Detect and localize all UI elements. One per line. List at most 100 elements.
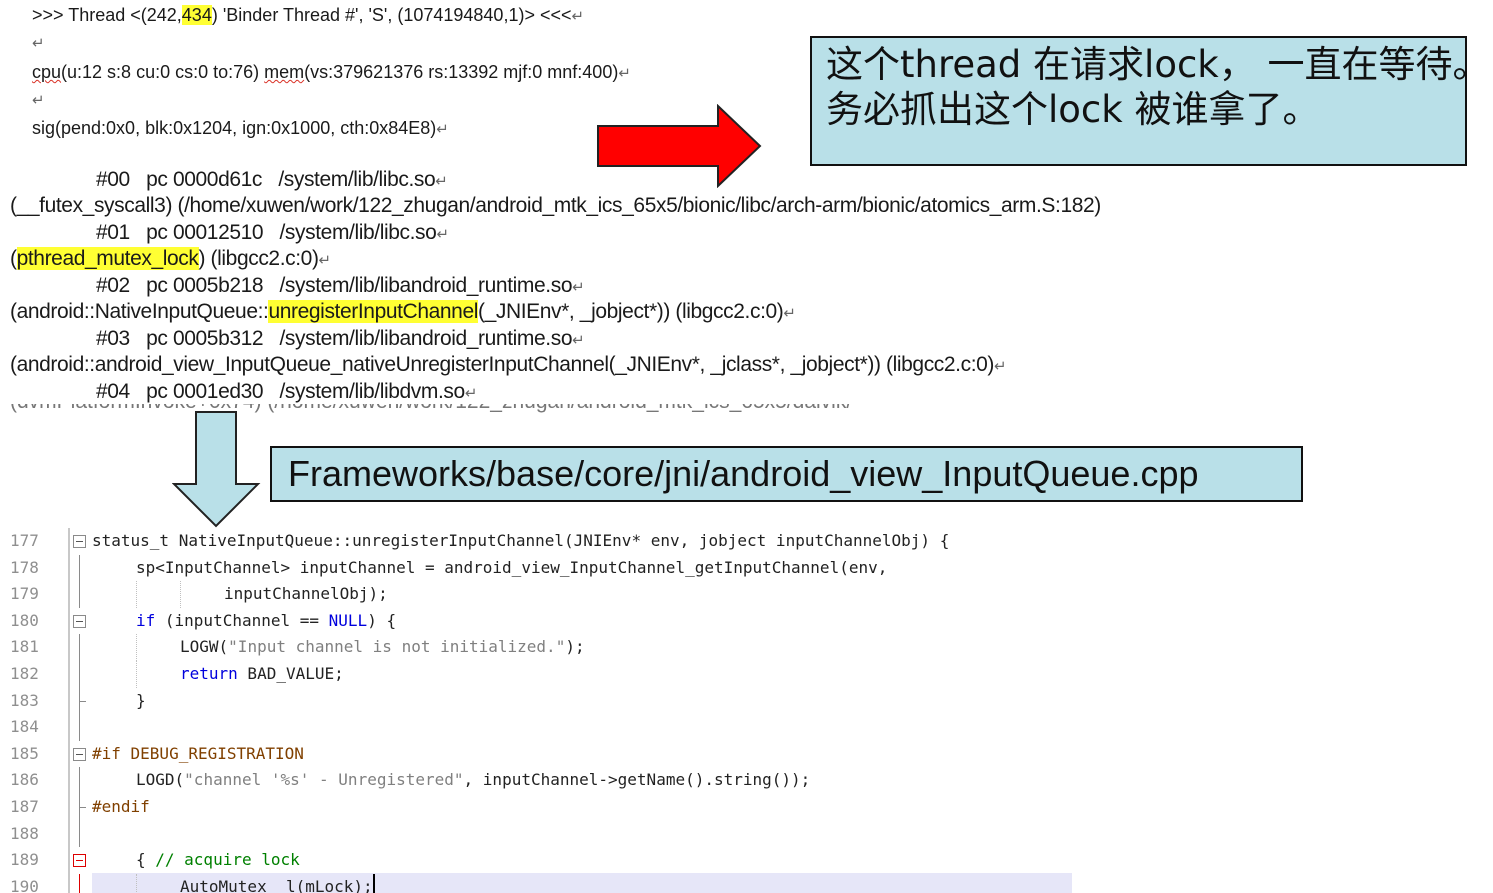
callout-line-1: 这个thread 在请求lock， 一直在等待。: [826, 43, 1490, 86]
fold-collapse-icon[interactable]: [73, 747, 86, 761]
code-text: , inputChannel->getName().string());: [463, 770, 811, 790]
indent-guide: [136, 581, 137, 608]
frame-03-text: #03 pc 0005b312 /system/lib/libandroid_r…: [96, 327, 573, 350]
indent-guide: [136, 634, 137, 661]
paragraph-mark-icon: ↵: [436, 226, 449, 243]
frame-03: #03 pc 0005b312 /system/lib/libandroid_r…: [96, 327, 585, 352]
code-line-188[interactable]: 188: [0, 820, 1493, 848]
code-line-183[interactable]: 183 }: [0, 687, 1493, 715]
code-comment: // acquire lock: [155, 850, 300, 870]
frame-04-text: #04 pc 0001ed30 /system/lib/libdvm.so: [96, 380, 465, 403]
code-line-184[interactable]: 184: [0, 714, 1493, 741]
mem-values: (vs:379621376 rs:13392 mjf:0 mnf:400): [304, 62, 619, 82]
code-line-178[interactable]: 178 sp<InputChannel> inputChannel = andr…: [0, 554, 1493, 582]
paragraph-mark-icon: ↵: [436, 121, 449, 138]
code-line-186[interactable]: 186 LOGD("channel '%s' - Unregistered", …: [0, 767, 1493, 794]
line-number: 190: [10, 876, 39, 893]
cpu-mem-line: cpu(u:12 s:8 cu:0 cs:0 to:76) mem(vs:379…: [32, 61, 631, 85]
paragraph-mark-icon: ↵: [318, 252, 332, 269]
frame-01-text: #01 pc 00012510 /system/lib/libc.so: [96, 221, 437, 244]
code-text: LOGD(: [136, 770, 185, 790]
paragraph-mark-icon: ↵: [572, 332, 585, 349]
frame-01-detail: (pthread_mutex_lock) (libgcc2.c:0)↵: [10, 247, 332, 272]
fold-line-icon: [79, 767, 80, 794]
lock-wait-callout: 这个thread 在请求lock， 一直在等待。 务必抓出这个lock 被谁拿了…: [810, 36, 1490, 166]
code-line-189[interactable]: 189 { // acquire lock: [0, 847, 1493, 874]
source-file-path-text: Frameworks/base/core/jni/android_view_In…: [288, 453, 1199, 494]
paragraph-mark-icon: ↵: [994, 358, 1007, 375]
source-file-path-callout: Frameworks/base/core/jni/android_view_In…: [270, 446, 1303, 502]
code-line-181[interactable]: 181 LOGW("Input channel is not initializ…: [0, 634, 1493, 661]
string-literal: "channel '%s' - Unregistered": [184, 770, 464, 790]
code-line-185[interactable]: 185 #if DEBUG_REGISTRATION: [0, 741, 1493, 768]
paragraph-mark-icon: ↵: [435, 173, 448, 190]
code-line-179[interactable]: 179 inputChannelObj);: [0, 581, 1493, 608]
indent-guide: [136, 661, 137, 688]
paragraph-mark-icon: ↵: [464, 385, 478, 402]
fold-line-icon: [79, 807, 80, 821]
pthread-mutex-lock-highlight: pthread_mutex_lock: [16, 247, 199, 270]
line-number: 178: [10, 557, 39, 577]
fold-line-icon: [79, 554, 80, 582]
thread-id-highlight: 434: [181, 5, 212, 25]
preprocessor-directive: #if DEBUG_REGISTRATION: [92, 743, 304, 763]
fold-collapse-icon[interactable]: [73, 614, 86, 628]
code-line-180[interactable]: 180 if (inputChannel == NULL) {: [0, 608, 1493, 635]
fold-collapse-icon[interactable]: [73, 854, 86, 868]
frame-01: #01 pc 00012510 /system/lib/libc.so↵: [96, 222, 449, 246]
callout-line-2: 务必抓出这个lock 被谁拿了。: [826, 88, 1320, 131]
unregister-input-channel-highlight: unregisterInputChannel: [268, 300, 478, 323]
fold-collapse-icon[interactable]: [73, 535, 86, 548]
code-text: AutoMutex _l(mLock);: [180, 873, 375, 893]
code-text: ) {: [367, 610, 397, 630]
cpu-label: cpu: [32, 62, 62, 82]
code-text: (inputChannel ==: [155, 610, 329, 630]
line-number: 189: [10, 850, 39, 870]
code-text: inputChannelObj);: [224, 584, 388, 604]
fold-line-icon: [79, 661, 80, 688]
code-text: LOGW(: [180, 637, 229, 657]
frame-03-detail-text: (android::android_view_InputQueue_native…: [10, 353, 995, 376]
frame-02-detail-pre: (android::NativeInputQueue::: [10, 300, 269, 323]
thread-header-line: >>> Thread <(242,434) 'Binder Thread #',…: [32, 4, 584, 28]
fold-line-icon: [79, 820, 80, 848]
frame-02-text: #02 pc 0005b218 /system/lib/libandroid_r…: [96, 274, 573, 297]
frame-01-detail-rest: ) (libgcc2.c:0): [198, 247, 319, 270]
cut-off-frame-text: (dvmPlatformInvoke+0x74) (/home/xuwen/wo…: [10, 404, 850, 414]
code-line-182[interactable]: 182 return BAD_VALUE;: [0, 661, 1493, 688]
frame-02: #02 pc 0005b218 /system/lib/libandroid_r…: [96, 274, 585, 299]
frame-02-detail-post: (_JNIEnv*, _jobject*)) (libgcc2.c:0): [478, 300, 784, 323]
line-number: 180: [10, 610, 39, 630]
thread-header-text: >>> Thread <(242,: [32, 5, 182, 25]
paren-text: (: [10, 247, 17, 270]
line-number: 183: [10, 690, 39, 710]
indent-guide: [136, 873, 137, 893]
frame-00: #00 pc 0000d61c /system/lib/libc.so↵: [96, 168, 448, 193]
code-line-190[interactable]: 190 AutoMutex _l(mLock);: [0, 873, 1493, 893]
code-line-187[interactable]: 187 #endif: [0, 794, 1493, 821]
code-text: }: [136, 690, 146, 710]
keyword-null: NULL: [328, 610, 368, 630]
code-text: );: [565, 637, 585, 657]
code-text: status_t NativeInputQueue::unregisterInp…: [92, 531, 950, 550]
fold-line-icon: [79, 714, 80, 741]
code-text: BAD_VALUE;: [237, 664, 344, 683]
fold-end-icon: [79, 794, 86, 808]
preprocessor-directive: #endif: [92, 797, 150, 816]
thread-header-rest: ) 'Binder Thread #', 'S', (1074194840,1)…: [211, 5, 572, 25]
down-arrow-icon: [172, 411, 261, 528]
paragraph-mark-icon: ↵: [32, 35, 45, 52]
paragraph-mark-icon: ↵: [618, 65, 631, 82]
fold-line-icon: [79, 581, 80, 608]
keyword-if: if: [136, 610, 156, 630]
code-text: sp<InputChannel> inputChannel = android_…: [136, 557, 888, 577]
code-text: {: [136, 850, 156, 870]
code-line-177[interactable]: 177 status_t NativeInputQueue::unregiste…: [0, 528, 1493, 555]
mem-label: mem: [264, 62, 305, 82]
frame-00-text: #00 pc 0000d61c /system/lib/libc.so: [96, 168, 436, 191]
paragraph-mark-icon: ↵: [572, 279, 585, 296]
cut-off-frame-line: (dvmPlatformInvoke+0x74) (/home/xuwen/wo…: [0, 404, 850, 414]
line-number: 179: [10, 584, 39, 604]
frame-00-detail: (__futex_syscall3) (/home/xuwen/work/122…: [10, 195, 1101, 217]
code-editor-panel: 177 status_t NativeInputQueue::unregiste…: [0, 528, 1493, 893]
